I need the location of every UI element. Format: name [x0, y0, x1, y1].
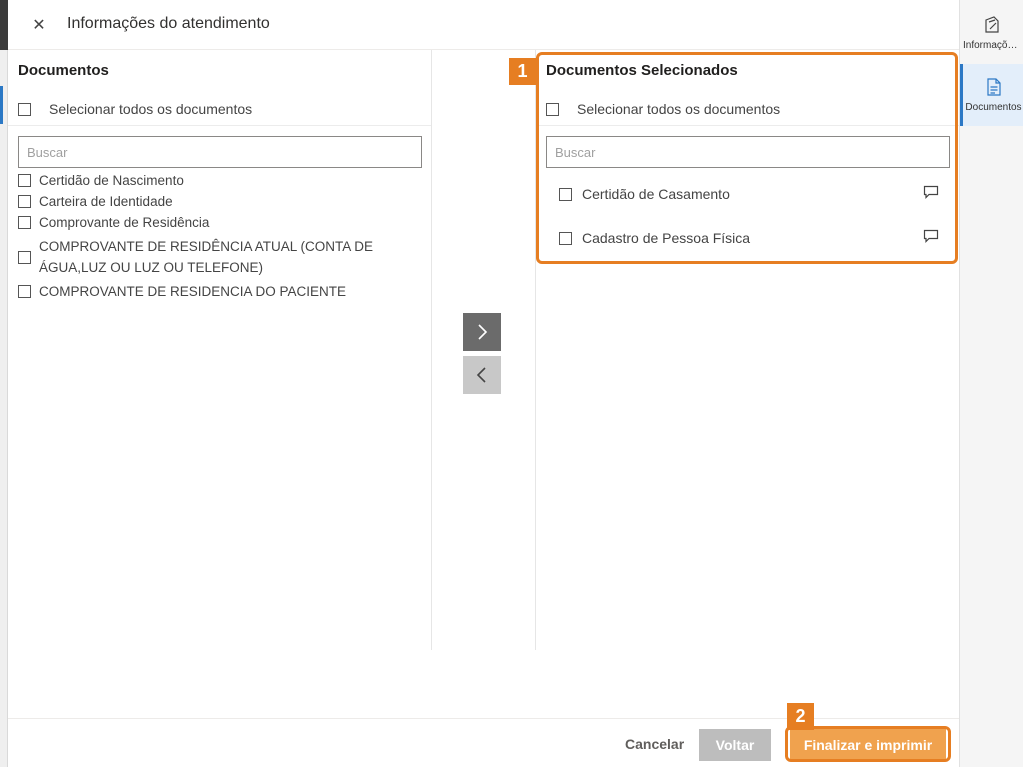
- comment-icon[interactable]: [923, 229, 939, 243]
- list-item[interactable]: Carteira de Identidade: [18, 191, 418, 212]
- finish-and-print-button[interactable]: Finalizar e imprimir: [790, 729, 946, 761]
- list-item[interactable]: COMPROVANTE DE RESIDÊNCIA ATUAL (CONTA D…: [18, 233, 418, 281]
- divider: [536, 125, 959, 126]
- documents-column: Documentos Selecionar todos os documento…: [0, 50, 432, 650]
- chevron-left-icon: [476, 367, 486, 383]
- select-all-checkbox[interactable]: [546, 102, 559, 116]
- item-label: Cadastro de Pessoa Física: [582, 230, 751, 246]
- rail-item-documents[interactable]: Documentos: [960, 64, 1023, 126]
- selected-search-input[interactable]: [546, 136, 950, 168]
- panel-title: Informações do atendimento: [67, 15, 270, 32]
- document-list-icon: [986, 78, 1001, 96]
- focus-indicator: [0, 86, 3, 124]
- item-label: COMPROVANTE DE RESIDENCIA DO PACIENTE: [39, 284, 347, 299]
- item-label: Certidão de Casamento: [582, 186, 730, 202]
- document-edit-icon: [985, 16, 999, 33]
- rail-item-label: Documentos: [965, 102, 1022, 113]
- item-checkbox[interactable]: [559, 231, 572, 245]
- list-item[interactable]: Comprovante de Residência: [18, 212, 418, 233]
- select-all-label: Selecionar todos os documentos: [577, 101, 781, 117]
- attendance-info-panel: ✕ Informações do atendimento Documentos …: [0, 0, 959, 767]
- item-label: Certidão de Nascimento: [39, 173, 184, 188]
- close-icon[interactable]: ✕: [26, 12, 52, 38]
- list-item[interactable]: Cadastro de Pessoa Física: [559, 216, 939, 260]
- callout-badge-2: 2: [787, 703, 814, 730]
- selected-documents-column: Documentos Selecionados Selecionar todos…: [535, 50, 959, 650]
- item-checkbox[interactable]: [559, 187, 572, 201]
- select-all-documents[interactable]: Selecionar todos os documentos: [18, 101, 252, 117]
- item-checkbox[interactable]: [18, 195, 31, 208]
- move-left-button[interactable]: [463, 356, 501, 394]
- divider: [8, 125, 431, 126]
- item-checkbox[interactable]: [18, 216, 31, 229]
- panel-header: ✕ Informações do atendimento: [8, 0, 959, 50]
- list-item[interactable]: COMPROVANTE DE RESIDENCIA DO PACIENTE: [18, 281, 418, 302]
- selected-documents-list: Certidão de Casamento Cadastro de Pessoa…: [559, 172, 939, 260]
- select-all-selected-documents[interactable]: Selecionar todos os documentos: [546, 101, 780, 117]
- select-all-label: Selecionar todos os documentos: [49, 101, 253, 117]
- item-label: COMPROVANTE DE RESIDÊNCIA ATUAL (CONTA D…: [39, 239, 374, 275]
- list-item[interactable]: Certidão de Casamento: [559, 172, 939, 216]
- select-all-checkbox[interactable]: [18, 102, 31, 116]
- rail-item-label: Informações do atendimento: [963, 40, 1021, 51]
- comment-icon[interactable]: [923, 185, 939, 199]
- cancel-button[interactable]: Cancelar: [615, 729, 694, 759]
- back-button[interactable]: Voltar: [699, 729, 771, 761]
- callout-badge-1: 1: [509, 58, 536, 85]
- item-checkbox[interactable]: [18, 250, 31, 264]
- documents-title: Documentos: [18, 62, 109, 79]
- selected-documents-title: Documentos Selecionados: [546, 62, 738, 79]
- side-rail: Informações do atendimento Documentos: [959, 0, 1023, 767]
- chevron-right-icon: [478, 324, 488, 340]
- item-checkbox[interactable]: [18, 174, 31, 187]
- rail-item-attendance-info[interactable]: Informações do atendimento: [960, 2, 1023, 64]
- item-checkbox[interactable]: [18, 285, 31, 298]
- move-right-button[interactable]: [463, 313, 501, 351]
- documents-list: Certidão de Nascimento Carteira de Ident…: [18, 170, 418, 302]
- item-label: Comprovante de Residência: [39, 215, 210, 230]
- documents-search-input[interactable]: [18, 136, 422, 168]
- transfer-controls: [433, 50, 535, 650]
- item-label: Carteira de Identidade: [39, 194, 173, 209]
- list-item[interactable]: Certidão de Nascimento: [18, 170, 418, 191]
- panel-footer: Cancelar Voltar Finalizar e imprimir: [8, 718, 959, 767]
